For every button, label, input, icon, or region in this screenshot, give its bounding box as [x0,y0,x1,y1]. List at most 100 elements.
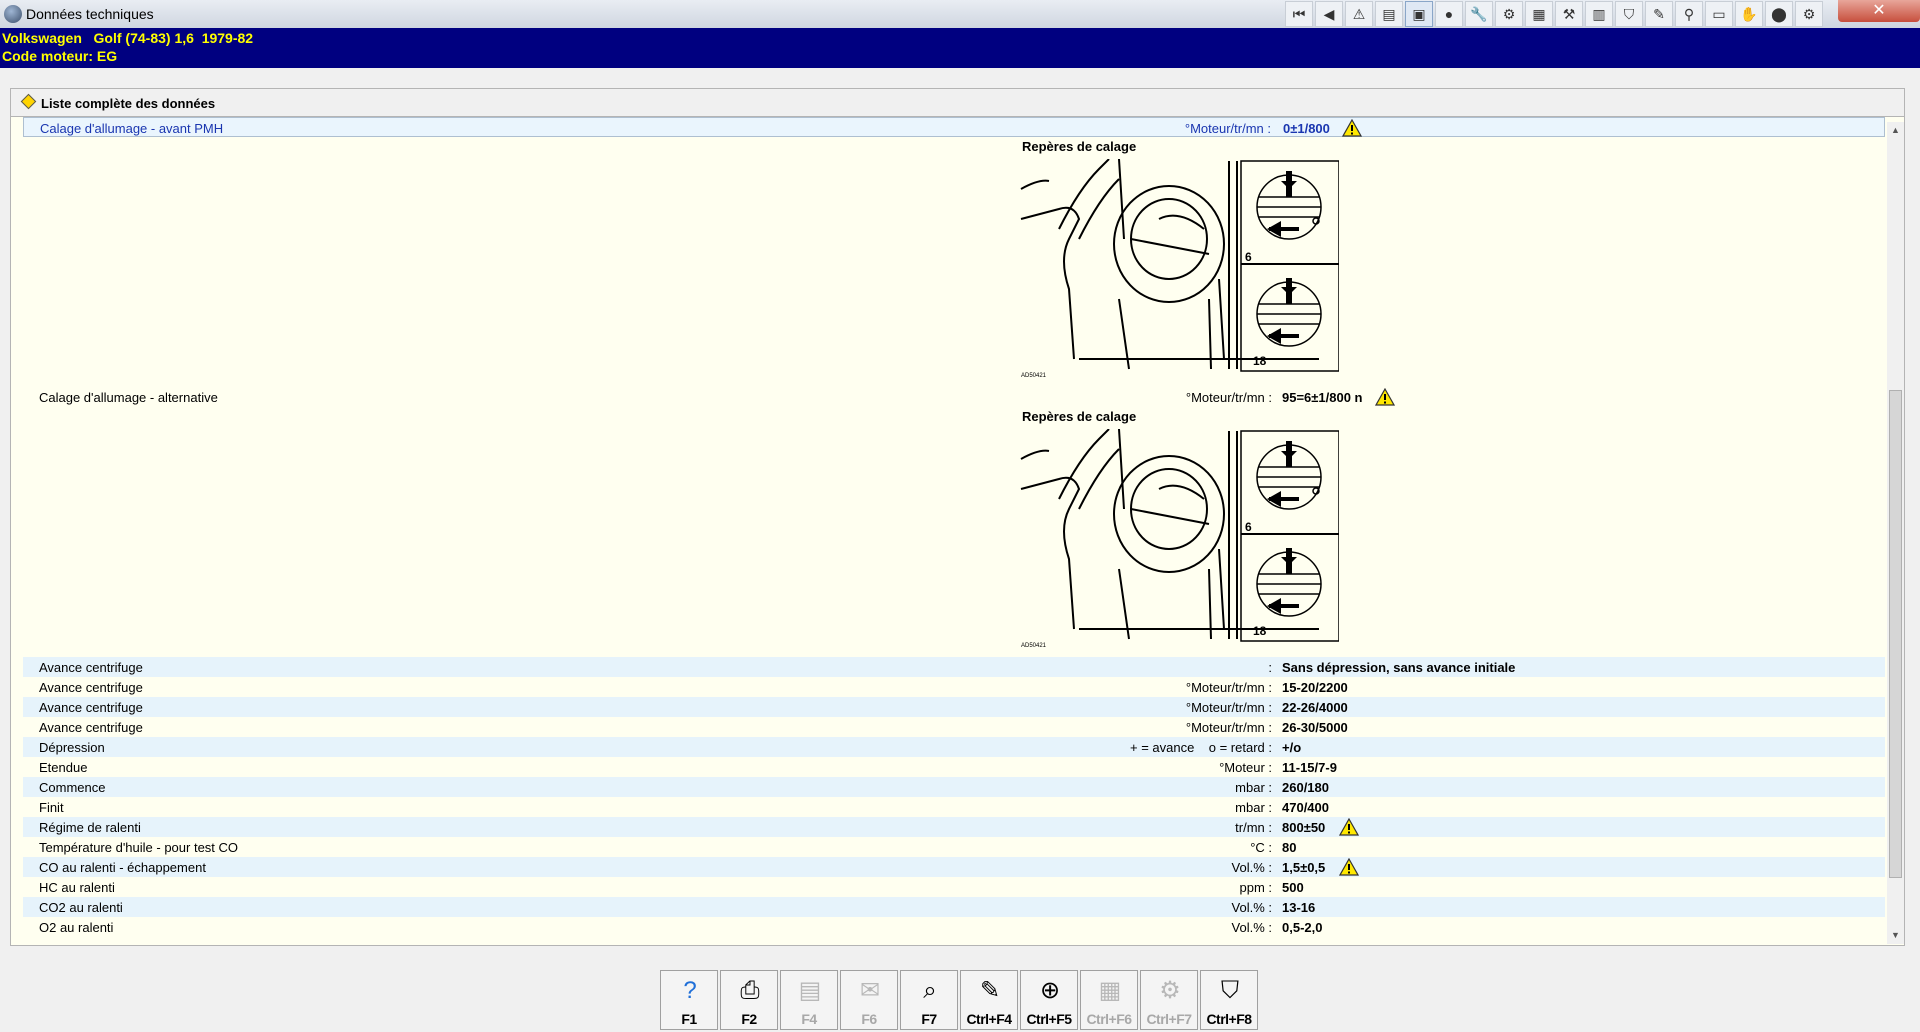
diagram-code: AD50421 [1021,373,1047,379]
list-icon[interactable]: ▤ [1375,1,1403,27]
settings-icon[interactable]: ⚙ [1795,1,1823,27]
timing-mark-label: 6 [1245,250,1252,264]
vehicle-header: Volkswagen Golf (74-83) 1,6 1979-82 Code… [0,28,1920,68]
chart-icon[interactable]: ▣ [1405,1,1433,27]
fkey-ctrl-f4-button[interactable]: ✎ Ctrl+F4 [960,970,1018,1030]
vertical-scrollbar[interactable]: ▲ ▼ [1887,122,1904,944]
row-value: 15-20/2200 [1282,680,1348,695]
tool-icon[interactable]: ⚲ [1675,1,1703,27]
row-value: 13-16 [1282,900,1316,915]
row-label: Finit [39,800,64,815]
fkey-label: F6 [861,1011,877,1027]
row-unit: ppm : [1239,880,1272,895]
warning-icon[interactable] [1342,119,1362,137]
data-row[interactable]: Calage d'allumage - alternative °Moteur/t… [23,387,1885,407]
document-icon: ▤ [798,977,822,1004]
data-row[interactable]: Etendue °Moteur : 11-15/7-9 [23,757,1885,777]
emblem-icon[interactable]: ⬤ [1765,1,1793,27]
data-row[interactable]: HC au ralenti ppm : 500 [23,877,1885,897]
gear-icon[interactable]: ⚙ [1495,1,1523,27]
data-row[interactable]: Température d'huile - pour test CO °C : 80 [23,837,1885,857]
data-row[interactable]: Calage d'allumage - avant PMH °Moteur/tr/… [23,117,1885,137]
brush-icon[interactable]: ✎ [1645,1,1673,27]
scroll-thumb[interactable] [1889,390,1902,878]
toolbar: ⏮ ◀ ⚠ ▤ ▣ ● 🔧 ⚙ ▦ ⚒ ▥ ⛉ ✎ ⚲ ▭ ✋ ⬤ ⚙ [1285,1,1825,27]
data-row[interactable]: Dépression + = avance o = retard : +/o [23,737,1885,757]
row-label: CO2 au ralenti [39,900,123,915]
first-icon[interactable]: ⏮ [1285,1,1313,27]
data-row[interactable]: Avance centrifuge °Moteur/tr/mn : 26-30/50… [23,717,1885,737]
fkey-f7-button[interactable]: ⌕ F7 [900,970,958,1030]
fkey-label: F4 [801,1011,817,1027]
data-row[interactable]: Avance centrifuge: Sans dépression, sans … [23,657,1885,677]
row-unit: Vol.% : [1231,900,1272,915]
data-row[interactable]: O2 au ralenti Vol.% : 0,5-2,0 [23,917,1885,937]
data-row[interactable]: Finit mbar : 470/400 [23,797,1885,817]
fkey-ctrl-f5-button[interactable]: ⊕ Ctrl+F5 [1020,970,1078,1030]
glove-icon[interactable]: ✋ [1735,1,1763,27]
row-label: HC au ralenti [39,880,115,895]
timing-mark-label: 18 [1253,354,1267,368]
fkey-label: F2 [741,1011,757,1027]
row-unit: °Moteur/tr/mn : [1185,680,1272,695]
drop-icon[interactable]: ● [1435,1,1463,27]
edit-icon: ✎ [979,977,1001,1004]
row-label: Avance centrifuge [39,720,143,735]
data-row[interactable]: Avance centrifuge °Moteur/tr/mn : 15-20/22… [23,677,1885,697]
app-icon [4,5,22,23]
fkey-f4-button[interactable]: ▤ F4 [780,970,838,1030]
warning-icon[interactable] [1339,818,1359,836]
battery-icon[interactable]: ▥ [1585,1,1613,27]
row-unit: + = avance o = retard : [1129,740,1272,755]
row-value: 26-30/5000 [1282,720,1348,735]
fkey-ctrl-f7-button[interactable]: ⚙ Ctrl+F7 [1140,970,1198,1030]
diagram-code: AD50421 [1021,643,1047,649]
row-unit: mbar : [1235,800,1272,815]
fkey-ctrl-f6-button[interactable]: ▦ Ctrl+F6 [1080,970,1138,1030]
row-unit: : [1268,660,1272,675]
timing-mark-label: 6 [1245,520,1252,534]
fkey-f1-button[interactable]: ? F1 [660,970,718,1030]
prev-icon[interactable]: ◀ [1315,1,1343,27]
data-row[interactable]: CO2 au ralenti Vol.% : 13-16 [23,897,1885,917]
fkey-f2-button[interactable]: ⎙ F2 [720,970,778,1030]
diamond-icon [20,93,37,110]
data-row[interactable]: Avance centrifuge °Moteur/tr/mn : 22-26/40… [23,697,1885,717]
vehicle-model: Volkswagen Golf (74-83) 1,6 1979-82 [2,30,254,46]
row-label: Etendue [39,760,88,775]
data-row[interactable]: Commence mbar : 260/180 [23,777,1885,797]
data-list-pane[interactable]: Calage d'allumage - avant PMH °Moteur/tr/… [10,116,1905,946]
wrench-icon[interactable]: 🔧 [1465,1,1493,27]
fkey-ctrl-f8-button[interactable]: ⛉ Ctrl+F8 [1200,970,1258,1030]
data-row[interactable]: CO au ralenti - échappement Vol.% : 1,5±0,… [23,857,1885,877]
help-icon: ? [683,977,697,1004]
scroll-up-arrow-icon[interactable]: ▲ [1887,122,1904,139]
section-header[interactable]: Liste complète des données [10,88,1905,116]
scroll-down-arrow-icon[interactable]: ▼ [1887,927,1904,944]
row-value: 95=6±1/800 n [1282,390,1363,405]
row-label: CO au ralenti - échappement [39,860,206,875]
timing-marks-diagram: 6 18 AD50421 [1020,429,1339,649]
warning-icon[interactable] [1339,858,1359,876]
row-label: Commence [39,780,106,795]
row-value: 1,5±0,5 [1282,860,1326,875]
row-label: O2 au ralenti [39,920,114,935]
warning-icon[interactable] [1375,388,1395,406]
row-label: Avance centrifuge [39,660,143,675]
row-value: 80 [1282,840,1297,855]
warning-icon[interactable]: ⚠ [1345,1,1373,27]
fkey-f6-button[interactable]: ✉ F6 [840,970,898,1030]
car-icon[interactable]: ▭ [1705,1,1733,27]
data-row[interactable]: Régime de ralenti tr/mn : 800±50 [23,817,1885,837]
tools-icon[interactable]: ⚒ [1555,1,1583,27]
row-value: 11-15/7-9 [1282,760,1337,775]
row-unit: tr/mn : [1235,820,1272,835]
engine-icon[interactable]: ▦ [1525,1,1553,27]
lift-icon[interactable]: ⛉ [1615,1,1643,27]
close-button[interactable]: ✕ [1838,0,1920,22]
fkey-label: Ctrl+F8 [1206,1011,1252,1027]
timing-mark-label: 18 [1253,624,1267,638]
fkey-label: Ctrl+F7 [1146,1011,1192,1027]
row-unit: °Moteur/tr/mn : [1185,720,1272,735]
row-value: 0,5-2,0 [1282,920,1323,935]
